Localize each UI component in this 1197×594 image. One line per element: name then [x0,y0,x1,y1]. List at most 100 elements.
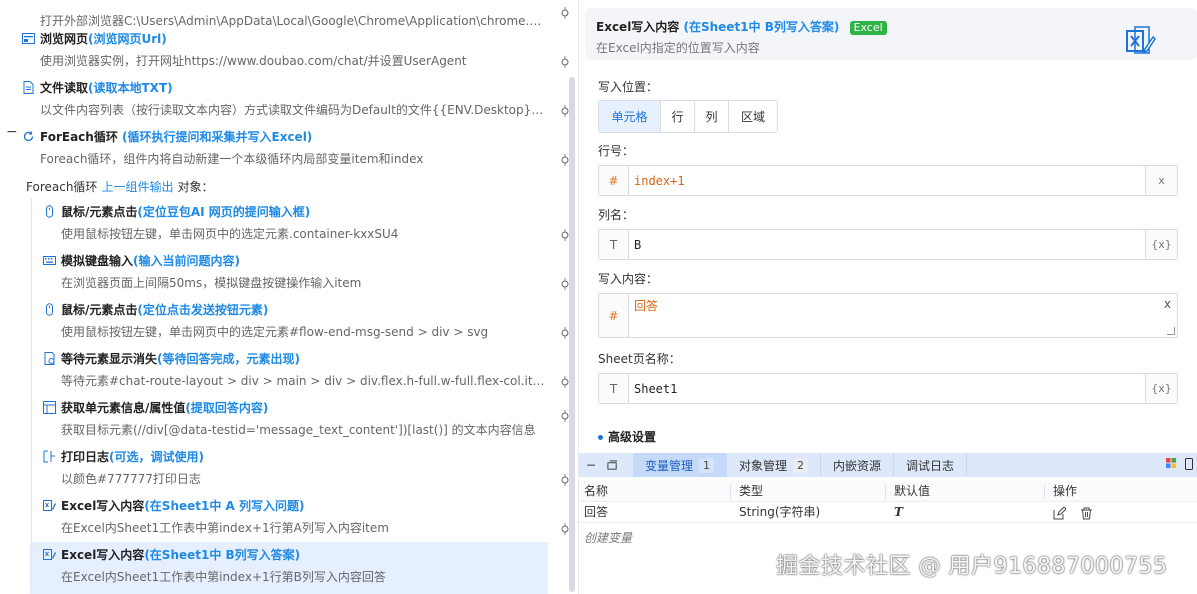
collapse-toggle[interactable]: − [6,124,18,140]
element-info-icon [43,400,56,414]
column-header-actions: 操作 [1053,484,1078,498]
sheet-input[interactable]: Sheet1 [629,374,1145,403]
variable-type[interactable]: String(字符串) [739,502,820,523]
panel-title-text: Excel写入内容 [596,20,680,34]
tab-debug-log[interactable]: 调试日志 [894,453,966,477]
panel-subtitle: 在Excel内指定的位置写入内容 [596,41,760,55]
table-header-row: 名称 类型 默认值 操作 [579,481,1197,502]
row-input[interactable]: index+1 [629,166,1145,195]
step-desc: 在Excel内Sheet1工作表中第index+1行第A列写入内容item [61,521,389,535]
step-title: 获取单元素信息/属性值 [61,400,186,415]
wait-icon [43,351,56,365]
edit-icon[interactable] [1053,506,1067,520]
text-type-toggle[interactable]: T [599,374,629,403]
minimize-icon[interactable]: − [579,453,603,477]
tab-bar-actions [1166,457,1197,473]
bottom-tab-bar: − 变量管理 1 对象管理 2 内嵌资源 调试日志 [579,453,1197,477]
tab-objects[interactable]: 对象管理 2 [727,453,820,477]
excel-badge: Excel [849,21,887,35]
tab-label: 内嵌资源 [833,458,882,473]
delete-icon[interactable] [1080,506,1093,520]
tab-embedded-resources[interactable]: 内嵌资源 [821,453,893,477]
log-icon [43,450,56,463]
advanced-settings-label: 高级设置 [608,430,657,444]
mouse-icon [43,204,56,218]
position-option-column[interactable]: 列 [695,101,729,132]
step-desc: 以颜色#777777打印日志 [61,472,201,486]
properties-panel: Excel写入内容 (在Sheet1中 B列写入答案) Excel 在Excel… [579,0,1197,594]
expression-type-toggle[interactable]: # [599,166,629,195]
step-desc: Foreach循环，组件内将自动新建一个本级循环内局部变量item和index [40,152,424,166]
step-desc: 使用鼠标按钮左键，单击网页中的选定元素#flow-end-msg-send > … [61,325,489,339]
column-header-default: 默认值 [894,484,931,498]
panel-title: Excel写入内容 (在Sheet1中 B列写入答案) Excel [596,18,887,35]
step-title: Excel写入内容 [61,498,145,513]
file-read-icon [22,80,35,94]
windows-icon[interactable] [1166,458,1177,472]
tab-label: 调试日志 [906,458,955,473]
step-title: 文件读取 [40,80,89,95]
variable-picker-button[interactable]: {x} [1145,374,1177,403]
variable-name[interactable]: 回答 [584,502,608,523]
step-tip: (在Sheet1中 B列写入答案) [144,547,301,562]
tab-label: 变量管理 [645,458,694,473]
step-tip: (输入当前问题内容) [133,253,240,268]
sheet-field: T Sheet1 {x} [598,373,1178,404]
step-title: 模拟键盘输入 [61,253,134,268]
text-type-toggle[interactable]: T [599,230,629,259]
table-row[interactable]: 回答 String(字符串) T [579,502,1197,523]
step-title: Excel写入内容 [61,547,145,562]
flow-list: 打开外部浏览器C:\Users\Admin\AppData\Local\Goog… [0,0,578,594]
sheet-label: Sheet页名称： [598,352,681,366]
content-field: # 回答 x [598,293,1178,338]
clear-button[interactable]: x [1145,166,1177,195]
mobile-icon[interactable] [1185,457,1193,473]
foreach-prefix: Foreach循环 [26,180,98,194]
restore-icon[interactable] [603,453,621,477]
flow-scrollbar[interactable] [569,77,575,592]
step-desc: 获取目标元素(//div[@data-testid='message_text_… [61,423,536,437]
variable-default[interactable]: T [894,502,903,523]
watermark: 掘金技术社区 @ 用户916887000755 [776,554,1168,579]
step-tip: (读取本地TXT) [88,80,173,95]
step-title: 鼠标/元素点击 [61,302,138,317]
loop-icon [22,130,35,143]
step-desc: 使用浏览器实例，打开网址https://www.doubao.com/chat/… [40,54,467,68]
tab-variables[interactable]: 变量管理 1 [633,453,727,477]
column-divider[interactable] [730,484,731,499]
position-option-range[interactable]: 区域 [729,101,777,132]
connector-handle[interactable] [560,7,570,19]
tab-label: 对象管理 [739,458,788,473]
step-tip: (定位点击发送按钮元素) [137,302,269,317]
position-option-row[interactable]: 行 [661,101,695,132]
column-divider[interactable] [1044,484,1045,499]
excel-write-icon [43,499,56,512]
column-label: 列名： [598,208,635,222]
panel-header: Excel写入内容 (在Sheet1中 B列写入答案) Excel 在Excel… [585,8,1197,60]
step-desc: 在Excel内Sheet1工作表中第index+1行第B列写入内容回答 [61,570,386,584]
foreach-source-link[interactable]: 上一组件输出 [101,180,173,194]
column-divider[interactable] [885,484,886,499]
variable-picker-button[interactable]: {x} [1145,230,1177,259]
column-header-type: 类型 [739,484,764,498]
connector-handle[interactable] [560,56,570,68]
step-tip: (等待回答完成，元素出现) [157,351,300,366]
create-variable-link[interactable]: 创建变量 [584,529,632,546]
resize-handle-icon[interactable] [1167,327,1175,335]
keyboard-icon [43,254,56,267]
step-desc: 等待元素#chat-route-layout > div > main > di… [61,374,548,388]
step-desc: 使用鼠标按钮左键，单击网页中的选定元素.container-kxxSU4 [61,227,399,241]
excel-write-icon [1125,25,1157,55]
foreach-suffix: 对象： [177,180,214,194]
foreach-object-label: Foreach循环 上一组件输出 对象： [26,178,213,196]
column-input[interactable]: B [629,230,1145,259]
row-actions [1053,502,1103,523]
clear-button[interactable]: x [1164,297,1171,311]
expression-type-toggle[interactable]: # [599,294,629,337]
excel-write-icon [43,548,56,561]
advanced-settings-toggle[interactable]: 高级设置 [598,428,656,445]
position-option-cell[interactable]: 单元格 [599,101,661,132]
step-title: 鼠标/元素点击 [61,204,138,219]
panel-title-tip: (在Sheet1中 B列写入答案) [683,20,840,34]
content-input[interactable]: 回答 [629,294,1177,337]
